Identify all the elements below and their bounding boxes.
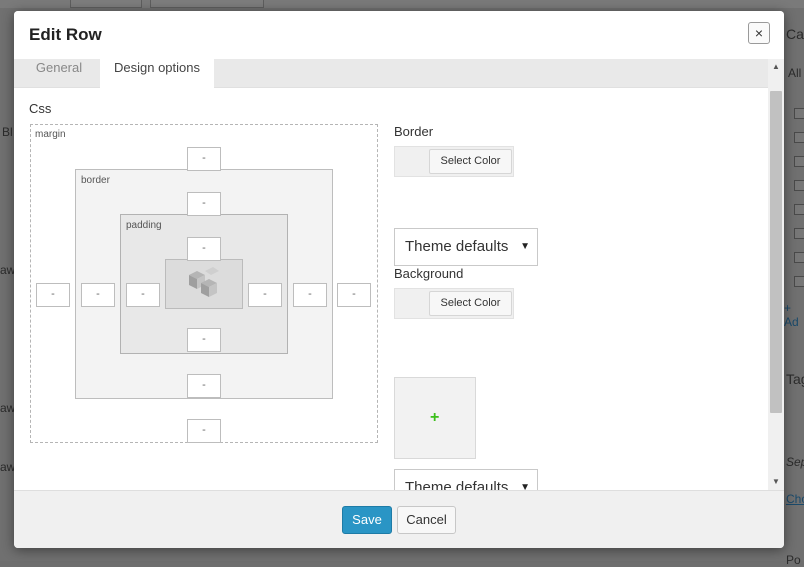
backdrop-text-add: + Ad	[784, 301, 799, 329]
backdrop-checkbox	[794, 228, 804, 239]
backdrop-checkbox	[794, 252, 804, 263]
background-color-picker: Select Color	[394, 288, 514, 319]
background-select-color-button[interactable]: Select Color	[429, 291, 512, 316]
backdrop-text-po: Po	[786, 553, 801, 567]
scroll-down-arrow-icon[interactable]: ▼	[768, 474, 784, 490]
border-style-value: Theme defaults	[405, 238, 509, 255]
dropdown-arrow-icon: ▼	[520, 482, 530, 490]
backdrop-checkbox	[794, 108, 804, 119]
padding-left-input[interactable]: -	[126, 283, 160, 307]
backdrop-tab	[150, 0, 264, 8]
backdrop-checkbox	[794, 204, 804, 215]
visual-composer-logo-icon	[189, 267, 219, 297]
margin-bottom-input[interactable]: -	[187, 419, 221, 443]
scroll-up-arrow-icon[interactable]: ▲	[768, 59, 784, 75]
background-image-add[interactable]: +	[394, 377, 476, 459]
modal-header: Edit Row ×	[14, 11, 784, 59]
background-style-select[interactable]: Theme defaults ▼	[394, 469, 538, 490]
margin-left-input[interactable]: -	[36, 283, 70, 307]
border-select-color-button[interactable]: Select Color	[429, 149, 512, 174]
close-button[interactable]: ×	[748, 22, 770, 44]
border-top-input[interactable]: -	[187, 192, 221, 216]
padding-top-input[interactable]: -	[187, 237, 221, 261]
background-style-value: Theme defaults	[405, 479, 509, 490]
css-label: Css	[29, 101, 52, 116]
margin-top-input[interactable]: -	[187, 147, 221, 171]
margin-label: margin	[35, 129, 66, 140]
close-icon: ×	[754, 25, 764, 41]
cancel-button[interactable]: Cancel	[397, 506, 456, 534]
border-right-input[interactable]: -	[293, 283, 327, 307]
tab-design-options[interactable]: Design options	[100, 59, 214, 88]
tab-bar: General Design options	[14, 59, 768, 88]
backdrop-text-sep: Sep	[786, 455, 804, 469]
padding-label: padding	[126, 220, 162, 231]
modal-title: Edit Row	[29, 25, 102, 44]
plus-icon: +	[430, 409, 440, 426]
border-style-select[interactable]: Theme defaults ▼	[394, 228, 538, 266]
backdrop-text-bl: Bl	[2, 125, 13, 139]
backdrop-text-tag: Tag	[786, 371, 804, 387]
backdrop-checkbox	[794, 276, 804, 287]
backdrop-text-cat: Cat	[786, 26, 804, 42]
content-scrollbar[interactable]: ▲ ▼	[768, 59, 784, 490]
edit-row-modal: Edit Row × General Design options Css ma…	[14, 11, 784, 548]
border-label: border	[81, 175, 110, 186]
border-color-picker: Select Color	[394, 146, 514, 177]
border-bottom-input[interactable]: -	[187, 374, 221, 398]
content-box	[165, 259, 243, 309]
tab-general[interactable]: General	[21, 59, 97, 87]
dropdown-arrow-icon: ▼	[520, 241, 530, 252]
backdrop-tab	[70, 0, 142, 8]
backdrop-text-cho: Cho	[786, 492, 804, 506]
save-button[interactable]: Save	[342, 506, 392, 534]
design-options-panel: Css margin border padding - - - - - - - …	[14, 88, 768, 490]
backdrop-text-all: All	[788, 66, 802, 80]
border-label-heading: Border	[394, 124, 434, 139]
modal-footer: Save Cancel	[14, 490, 784, 548]
backdrop-checkbox	[794, 180, 804, 191]
background-label-heading: Background	[394, 266, 464, 281]
scroll-thumb[interactable]	[770, 91, 782, 413]
padding-bottom-input[interactable]: -	[187, 328, 221, 352]
margin-right-input[interactable]: -	[337, 283, 371, 307]
backdrop-checkbox	[794, 156, 804, 167]
padding-right-input[interactable]: -	[248, 283, 282, 307]
backdrop-checkbox	[794, 132, 804, 143]
border-left-input[interactable]: -	[81, 283, 115, 307]
